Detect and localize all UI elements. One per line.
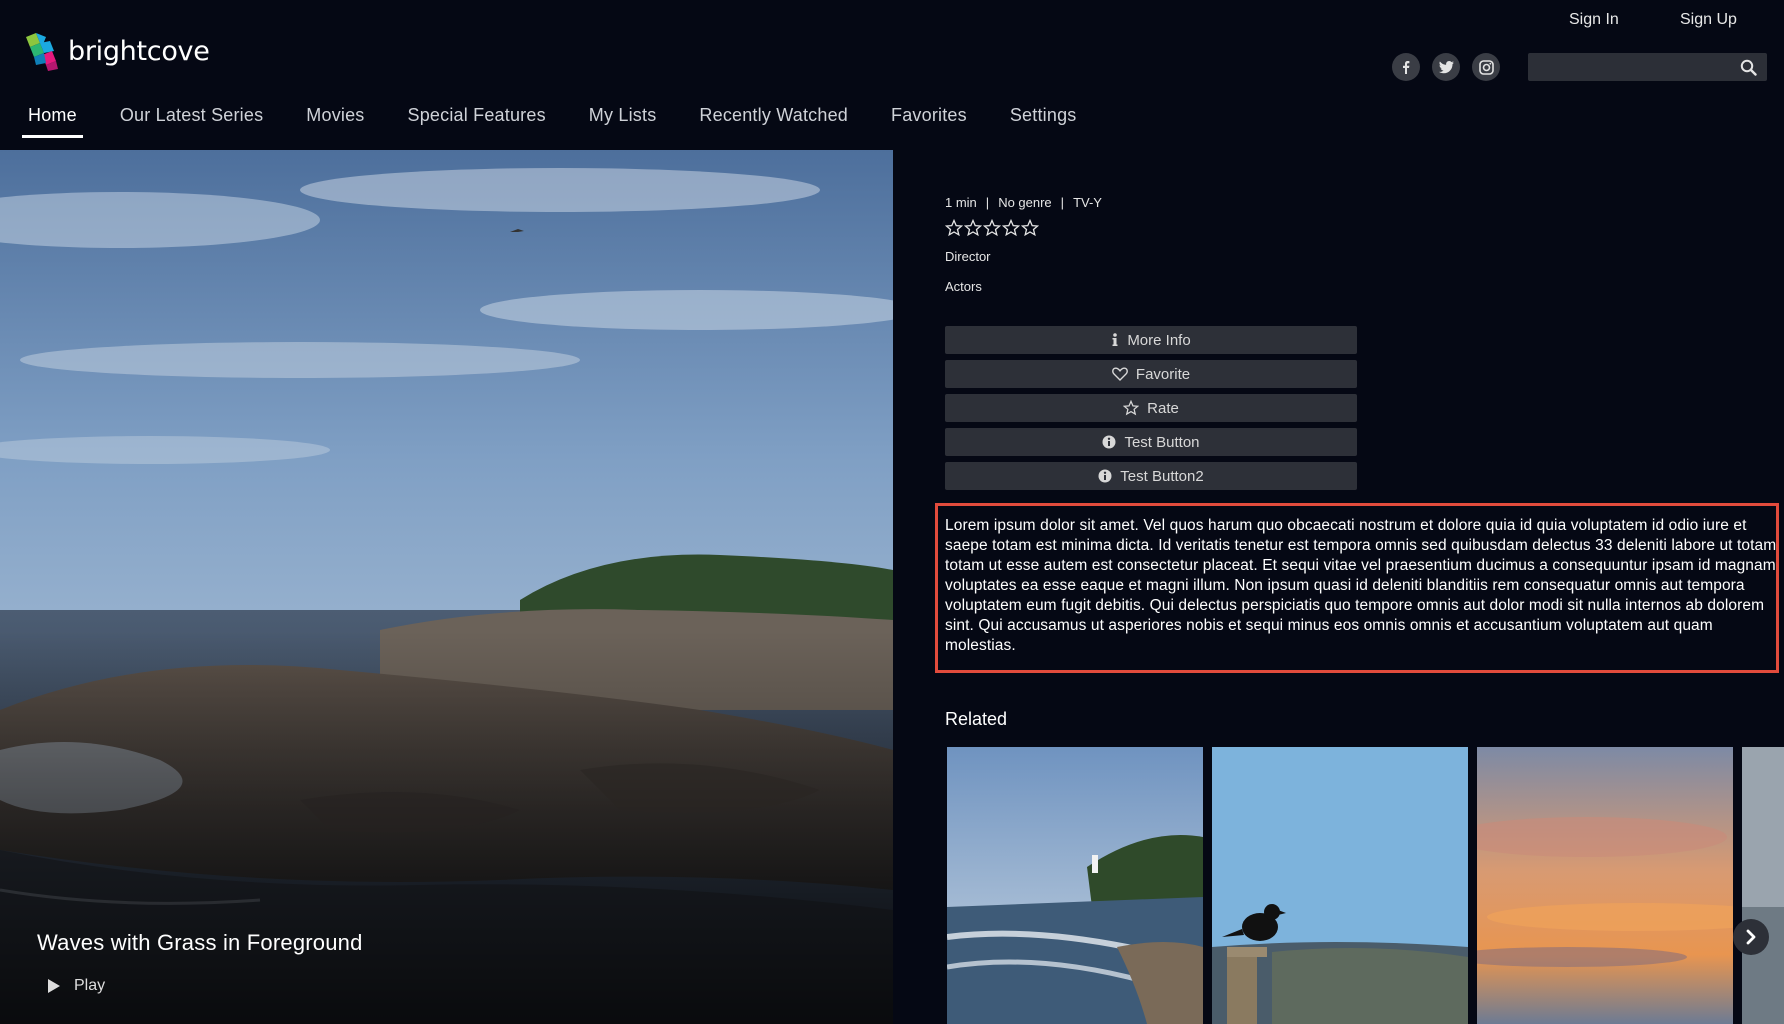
related-thumbnail[interactable] xyxy=(1212,747,1468,1024)
info-circle-icon xyxy=(1098,469,1112,483)
sign-in-link[interactable]: Sign In xyxy=(1569,11,1619,29)
chevron-right-icon xyxy=(1746,929,1756,945)
related-thumbnail[interactable] xyxy=(947,747,1203,1024)
star-icon[interactable] xyxy=(964,219,982,237)
search-input[interactable] xyxy=(1528,53,1738,83)
sunset-sky-thumbnail xyxy=(1477,747,1733,1024)
director-label: Director xyxy=(945,249,991,264)
favorite-button[interactable]: Favorite xyxy=(945,360,1357,388)
facebook-icon xyxy=(1403,61,1410,74)
actors-label: Actors xyxy=(945,279,982,294)
partial-thumbnail xyxy=(1742,747,1784,1024)
search-icon[interactable] xyxy=(1740,59,1757,76)
genre: No genre xyxy=(998,195,1052,210)
test-button[interactable]: Test Button xyxy=(945,428,1357,456)
nav-item-my-lists[interactable]: My Lists xyxy=(583,105,663,135)
star-icon[interactable] xyxy=(983,219,1001,237)
star-icon xyxy=(1123,400,1140,416)
more-info-label: More Info xyxy=(1127,331,1191,349)
twitter-icon xyxy=(1438,60,1454,73)
nav-item-movies[interactable]: Movies xyxy=(300,105,370,135)
test-button2-label: Test Button2 xyxy=(1120,467,1204,485)
rate-button[interactable]: Rate xyxy=(945,394,1357,422)
nav-item-special-features[interactable]: Special Features xyxy=(402,105,552,135)
nav-item-settings[interactable]: Settings xyxy=(1004,105,1083,135)
nav-item-recently-watched[interactable]: Recently Watched xyxy=(693,105,854,135)
hero-video[interactable]: Waves with Grass in Foreground Play xyxy=(0,150,893,1024)
star-icon[interactable] xyxy=(945,219,963,237)
hero-background-image xyxy=(0,150,893,1024)
content-rating: TV-Y xyxy=(1073,195,1102,210)
duration: 1 min xyxy=(945,195,977,210)
carousel-next-button[interactable] xyxy=(1733,919,1769,955)
search-box xyxy=(1528,53,1767,83)
crow-on-post-thumbnail xyxy=(1212,747,1468,1024)
brightcove-logo-icon xyxy=(26,33,58,71)
nav-item-our-latest-series[interactable]: Our Latest Series xyxy=(114,105,269,135)
sign-up-link[interactable]: Sign Up xyxy=(1680,11,1737,29)
play-label: Play xyxy=(74,977,106,994)
favorite-label: Favorite xyxy=(1135,365,1191,383)
description-highlight: Lorem ipsum dolor sit amet. Vel quos har… xyxy=(935,503,1779,673)
meta-separator: | xyxy=(1060,195,1065,210)
related-heading: Related xyxy=(945,709,1008,729)
info-circle-icon xyxy=(1102,435,1116,449)
brightcove-logo[interactable]: brightcove xyxy=(22,31,210,71)
test-button2[interactable]: Test Button2 xyxy=(945,462,1357,490)
nav-item-home[interactable]: Home xyxy=(22,105,83,138)
video-meta: 1 min | No genre | TV-Y xyxy=(945,195,1102,210)
instagram-icon xyxy=(1478,59,1494,75)
meta-separator: | xyxy=(985,195,990,210)
related-thumbnail[interactable] xyxy=(1742,747,1784,1024)
star-rating xyxy=(945,219,1040,237)
facebook-button[interactable] xyxy=(1392,53,1420,81)
related-carousel xyxy=(947,747,1784,1024)
heart-icon xyxy=(1112,367,1128,381)
info-icon xyxy=(1112,333,1118,346)
twitter-button[interactable] xyxy=(1432,53,1460,81)
star-icon[interactable] xyxy=(1002,219,1020,237)
brand-name: brightcove xyxy=(68,35,210,67)
action-buttons: More Info Favorite Rate Test Button Test… xyxy=(945,326,1357,496)
lighthouse-coast-thumbnail xyxy=(947,747,1203,1024)
rate-label: Rate xyxy=(1147,399,1179,417)
play-button[interactable]: Play xyxy=(48,977,105,995)
star-icon[interactable] xyxy=(1021,219,1039,237)
video-description: Lorem ipsum dolor sit amet. Vel quos har… xyxy=(945,517,1777,654)
hero-title: Waves with Grass in Foreground xyxy=(37,930,363,955)
instagram-button[interactable] xyxy=(1472,53,1500,81)
test-button-label: Test Button xyxy=(1124,433,1200,451)
nav-item-favorites[interactable]: Favorites xyxy=(885,105,973,135)
related-thumbnail[interactable] xyxy=(1477,747,1733,1024)
more-info-button[interactable]: More Info xyxy=(945,326,1357,354)
main-nav: Home Our Latest Series Movies Special Fe… xyxy=(22,105,1113,138)
play-icon xyxy=(48,979,60,993)
social-links xyxy=(1392,53,1512,81)
